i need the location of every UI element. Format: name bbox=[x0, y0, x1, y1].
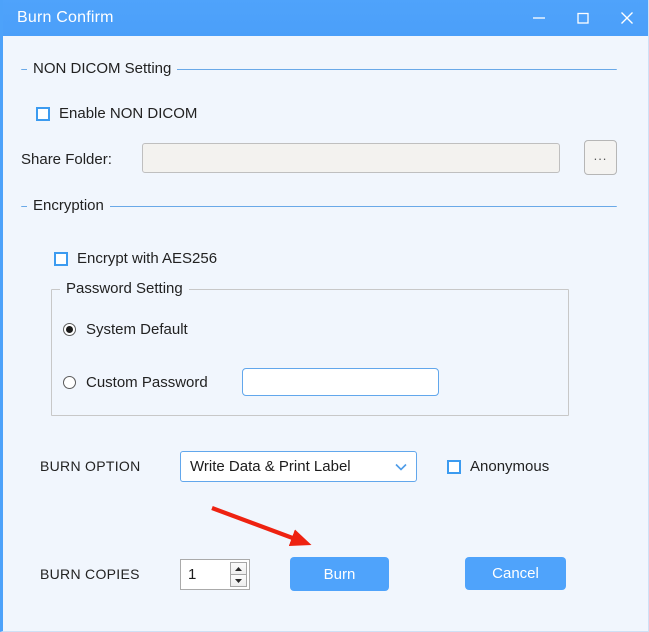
radio-system-default[interactable]: System Default bbox=[63, 321, 188, 338]
title-bar: Burn Confirm bbox=[3, 0, 648, 36]
chevron-down-icon bbox=[394, 462, 408, 472]
checkbox-box-icon bbox=[36, 106, 50, 121]
stepper-buttons bbox=[230, 562, 247, 587]
encrypt-aes256-checkbox[interactable]: Encrypt with AES256 bbox=[54, 250, 217, 267]
window-title: Burn Confirm bbox=[17, 9, 114, 26]
close-button[interactable] bbox=[605, 0, 648, 36]
enable-non-dicom-label: Enable NON DICOM bbox=[59, 105, 198, 122]
burn-copies-label: BURN COPIES bbox=[40, 566, 140, 582]
enable-non-dicom-checkbox[interactable]: Enable NON DICOM bbox=[36, 105, 197, 122]
share-folder-browse-button[interactable]: ... bbox=[584, 140, 617, 175]
maximize-icon bbox=[577, 12, 589, 24]
close-icon bbox=[621, 12, 633, 24]
password-setting-group-title: Password Setting bbox=[60, 280, 189, 297]
maximize-button[interactable] bbox=[561, 0, 605, 36]
custom-password-label: Custom Password bbox=[86, 374, 208, 391]
burn-copies-stepper[interactable]: 1 bbox=[180, 559, 250, 590]
share-folder-label: Share Folder: bbox=[21, 151, 112, 168]
anonymous-checkbox[interactable]: Anonymous bbox=[447, 458, 549, 475]
checkbox-box-icon bbox=[447, 459, 461, 474]
burn-option-select[interactable]: Write Data & Print Label bbox=[180, 451, 417, 482]
caret-up-icon bbox=[235, 566, 242, 571]
burn-confirm-dialog: Burn Confirm NON DICOM Setting Enable NO… bbox=[0, 0, 649, 632]
radio-unselected-icon bbox=[63, 376, 76, 389]
encryption-group-title: Encryption bbox=[27, 197, 110, 214]
stepper-increment-button[interactable] bbox=[230, 562, 247, 575]
stepper-decrement-button[interactable] bbox=[230, 575, 247, 587]
minimize-icon bbox=[533, 17, 545, 19]
share-folder-input[interactable] bbox=[142, 143, 560, 173]
anonymous-label: Anonymous bbox=[470, 458, 550, 475]
password-setting-group: Password Setting bbox=[51, 280, 569, 416]
radio-selected-icon bbox=[63, 323, 76, 336]
custom-password-input[interactable] bbox=[242, 368, 439, 396]
burn-option-selected-value: Write Data & Print Label bbox=[190, 458, 351, 475]
burn-copies-value[interactable]: 1 bbox=[181, 560, 230, 589]
checkbox-box-icon bbox=[54, 251, 68, 266]
window-controls bbox=[517, 0, 648, 36]
non-dicom-group-title: NON DICOM Setting bbox=[27, 60, 178, 77]
burn-option-label: BURN OPTION bbox=[40, 458, 141, 474]
minimize-button[interactable] bbox=[517, 0, 561, 36]
caret-down-icon bbox=[235, 578, 242, 583]
burn-button[interactable]: Burn bbox=[290, 557, 389, 591]
radio-custom-password[interactable]: Custom Password bbox=[63, 374, 208, 391]
system-default-label: System Default bbox=[86, 321, 188, 338]
encrypt-aes256-label: Encrypt with AES256 bbox=[77, 250, 218, 267]
cancel-button[interactable]: Cancel bbox=[465, 557, 566, 590]
